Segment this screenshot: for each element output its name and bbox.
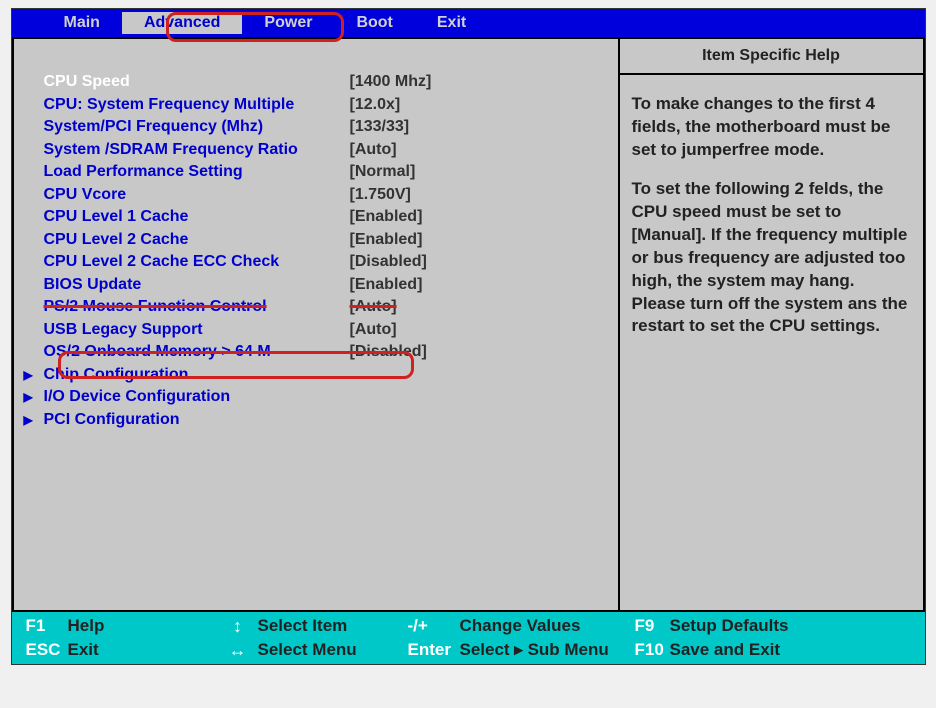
setting-label: PS/2 Mouse Function Control (44, 298, 350, 316)
settings-pane: CPU Speed [1400 Mhz] CPU: System Frequen… (12, 37, 620, 612)
key-f9: F9 (635, 616, 670, 636)
setting-l2-cache[interactable]: CPU Level 2 Cache [Enabled] (44, 229, 608, 252)
setting-label: CPU Speed (44, 73, 350, 91)
setting-value: [Disabled] (350, 253, 427, 271)
triangle-icon: ▶ (24, 413, 44, 427)
setting-bios-update[interactable]: BIOS Update [Enabled] (44, 274, 608, 297)
key-f1: F1 (26, 616, 68, 636)
setting-label: CPU Level 2 Cache (44, 231, 350, 249)
triangle-icon: ▶ (24, 368, 44, 382)
setting-label: CPU: System Frequency Multiple (44, 96, 350, 114)
highlight-usb-legacy (58, 351, 414, 379)
setting-usb-legacy[interactable]: USB Legacy Support [Auto] (44, 319, 608, 342)
setting-value: [1400 Mhz] (350, 73, 432, 91)
key-esc: ESC (26, 640, 68, 660)
setting-value: [Enabled] (350, 276, 423, 294)
setting-ps2-mouse[interactable]: PS/2 Mouse Function Control [Auto] (44, 296, 608, 319)
setting-label: System /SDRAM Frequency Ratio (44, 141, 350, 159)
setting-pci-freq[interactable]: System/PCI Frequency (Mhz) [133/33] (44, 116, 608, 139)
setting-value: [Auto] (350, 298, 397, 316)
key-enter: Enter (408, 640, 460, 660)
help-text-2: To set the following 2 felds, the CPU sp… (632, 178, 911, 339)
select-menu-label: Select Menu (258, 640, 408, 660)
setting-l2-ecc[interactable]: CPU Level 2 Cache ECC Check [Disabled] (44, 251, 608, 274)
setting-value: [1.750V] (350, 186, 411, 204)
setting-sdram-ratio[interactable]: System /SDRAM Frequency Ratio [Auto] (44, 139, 608, 162)
menu-boot[interactable]: Boot (334, 12, 414, 34)
setting-load-perf[interactable]: Load Performance Setting [Normal] (44, 161, 608, 184)
select-submenu-label: Select ▸ Sub Menu (460, 640, 635, 660)
help-pane: Item Specific Help To make changes to th… (620, 37, 925, 612)
updown-icon: ↕ (218, 616, 258, 637)
submenu-pci-config[interactable]: ▶ PCI Configuration (24, 409, 608, 432)
highlight-advanced-tab (166, 12, 344, 42)
setting-label: USB Legacy Support (44, 321, 350, 339)
help-title: Item Specific Help (620, 39, 923, 75)
submenu-label: PCI Configuration (44, 411, 180, 429)
footer-bar: F1 Help ↕ Select Item -/+ Change Values … (12, 612, 925, 664)
setting-value: [Enabled] (350, 208, 423, 226)
menu-exit[interactable]: Exit (415, 12, 488, 34)
setting-cpu-speed[interactable]: CPU Speed [1400 Mhz] (44, 71, 608, 94)
setting-label: System/PCI Frequency (Mhz) (44, 118, 350, 136)
setting-label: BIOS Update (44, 276, 350, 294)
setting-vcore[interactable]: CPU Vcore [1.750V] (44, 184, 608, 207)
setting-value: [Auto] (350, 141, 397, 159)
setting-value: [Enabled] (350, 231, 423, 249)
setting-value: [133/33] (350, 118, 410, 136)
key-f9-label: Setup Defaults (670, 616, 789, 636)
triangle-icon: ▶ (24, 390, 44, 404)
select-item-label: Select Item (258, 616, 408, 636)
help-text-1: To make changes to the first 4 fields, t… (632, 93, 911, 162)
setting-l1-cache[interactable]: CPU Level 1 Cache [Enabled] (44, 206, 608, 229)
setting-label: Load Performance Setting (44, 163, 350, 181)
setting-label: CPU Level 2 Cache ECC Check (44, 253, 350, 271)
submenu-label: I/O Device Configuration (44, 388, 231, 406)
leftright-icon: ↔ (218, 640, 258, 661)
submenu-io-config[interactable]: ▶ I/O Device Configuration (24, 386, 608, 409)
setting-freq-multiple[interactable]: CPU: System Frequency Multiple [12.0x] (44, 94, 608, 117)
key-plusminus: -/+ (408, 616, 460, 636)
setting-value: [Auto] (350, 321, 397, 339)
menu-main[interactable]: Main (42, 12, 122, 34)
key-esc-label: Exit (68, 640, 218, 660)
key-f10-label: Save and Exit (670, 640, 781, 660)
setting-label: CPU Vcore (44, 186, 350, 204)
setting-value: [Normal] (350, 163, 416, 181)
key-f1-label: Help (68, 616, 218, 636)
menu-bar: Main Advanced Power Boot Exit (12, 9, 925, 37)
change-values-label: Change Values (460, 616, 635, 636)
setting-label: CPU Level 1 Cache (44, 208, 350, 226)
key-f10: F10 (635, 640, 670, 660)
setting-value: [12.0x] (350, 96, 401, 114)
